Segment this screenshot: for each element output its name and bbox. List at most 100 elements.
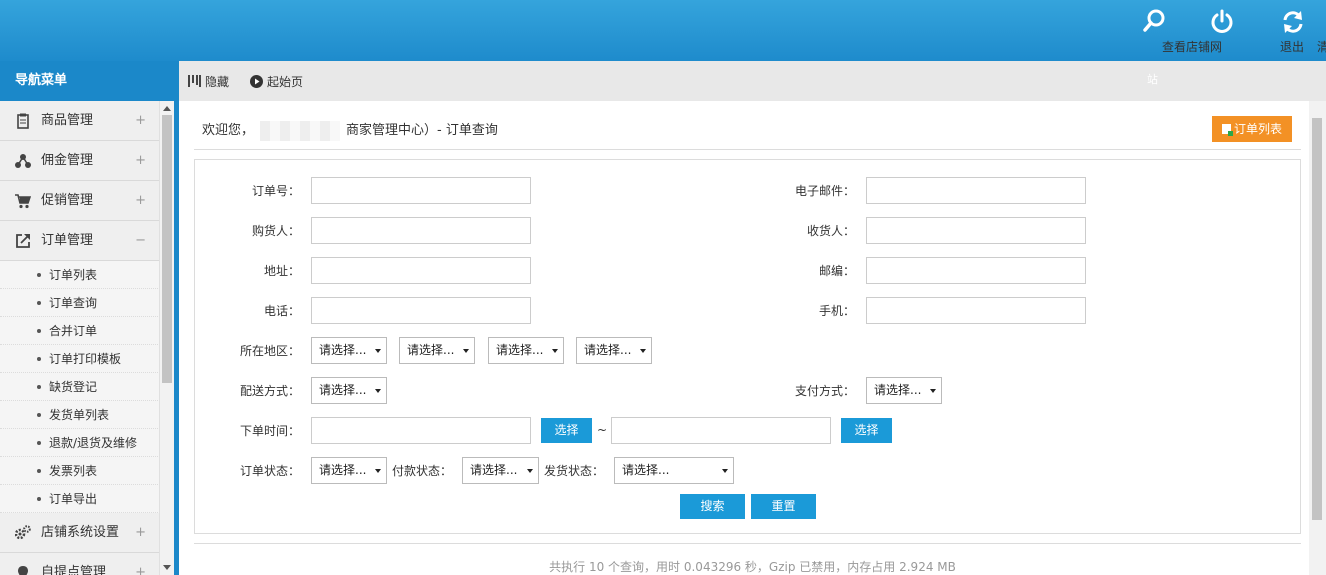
start-time-input[interactable] <box>311 417 531 444</box>
consignee-label: 收货人： <box>806 224 855 238</box>
sidebar-scrollbar[interactable] <box>159 101 174 575</box>
scroll-up-arrow[interactable] <box>163 106 171 111</box>
mobile-label: 手机： <box>818 304 855 318</box>
district-select[interactable]: 请选择... <box>576 337 652 364</box>
main-scrollbar[interactable] <box>1309 101 1326 575</box>
sidebar-group-label: 店铺系统设置 <box>41 525 120 540</box>
buyer-input[interactable] <box>311 217 531 244</box>
search-icon <box>1143 9 1165 32</box>
welcome-text: 欢迎您， <box>202 123 255 138</box>
sidebar-group-label: 佣金管理 <box>41 153 94 168</box>
start-time-pick-button[interactable]: 选择 <box>541 418 592 443</box>
expand-toggle[interactable]: + <box>135 101 146 141</box>
shipping-select[interactable]: 请选择... <box>311 377 387 404</box>
refresh-icon <box>1283 11 1303 33</box>
clipboard-icon <box>17 113 29 129</box>
email-input[interactable] <box>866 177 1086 204</box>
select-value: 请选择... <box>319 343 367 357</box>
search-button[interactable]: 搜索 <box>680 494 745 519</box>
sidebar-group-label: 订单管理 <box>41 233 94 248</box>
caret-down-icon <box>375 349 381 353</box>
country-select[interactable]: 请选择... <box>311 337 387 364</box>
power-icon <box>1211 9 1233 33</box>
end-time-pick-button[interactable]: 选择 <box>841 418 892 443</box>
caret-down-icon <box>552 349 558 353</box>
caret-down-icon <box>640 349 646 353</box>
select-value: 请选择... <box>319 383 367 397</box>
email-label: 电子邮件： <box>794 184 855 198</box>
reset-button[interactable]: 重置 <box>751 494 816 519</box>
location-icon <box>18 566 28 575</box>
sidebar-item-delivery-list[interactable]: 发货单列表 <box>0 401 174 429</box>
order-no-input[interactable] <box>311 177 531 204</box>
sidebar-item-order-export[interactable]: 订单导出 <box>0 485 174 513</box>
payment-select[interactable]: 请选择... <box>866 377 942 404</box>
select-value: 请选择... <box>407 343 455 357</box>
sidebar-item-merge-orders[interactable]: 合并订单 <box>0 317 174 345</box>
hide-menu-button[interactable]: 隐藏 <box>188 73 229 90</box>
breadcrumb-tail: 商家管理中心）- 订单查询 <box>346 123 498 138</box>
order-time-label: 下单时间： <box>239 424 300 438</box>
phone-label: 电话： <box>263 304 300 318</box>
sidebar-group-promotion[interactable]: 促销管理 + <box>0 181 174 221</box>
address-input[interactable] <box>311 257 531 284</box>
sidebar-item-print-template[interactable]: 订单打印模板 <box>0 345 174 373</box>
scroll-thumb[interactable] <box>1312 118 1322 520</box>
select-value: 请选择... <box>622 463 670 477</box>
select-value: 请选择... <box>496 343 544 357</box>
sidebar-group-pickup[interactable]: 自提点管理 + <box>0 553 174 575</box>
order-no-label: 订单号： <box>251 184 300 198</box>
export-icon <box>16 234 30 248</box>
collapse-toggle[interactable]: − <box>135 221 146 261</box>
main-content: 欢迎您， 商家管理中心）- 订单查询 订单列表 订单号： 电子邮件： 购货人： 收… <box>179 101 1326 575</box>
ship-status-select[interactable]: 请选择... <box>614 457 734 484</box>
address-label: 地址： <box>263 264 300 278</box>
page-add-icon <box>1221 124 1233 136</box>
sidebar-item-order-list[interactable]: 订单列表 <box>0 261 174 289</box>
sidebar-item-order-query[interactable]: 订单查询 <box>0 289 174 317</box>
sidebar-item-refunds[interactable]: 退款/退货及维修 <box>0 429 174 457</box>
breadcrumb: 欢迎您， 商家管理中心）- 订单查询 <box>202 119 498 141</box>
sidebar-group-label: 自提点管理 <box>41 565 107 575</box>
sidebar-group-goods[interactable]: 商品管理 + <box>0 101 174 141</box>
sidebar-group-commission[interactable]: 佣金管理 + <box>0 141 174 181</box>
select-value: 请选择... <box>874 383 922 397</box>
columns-icon <box>188 75 201 87</box>
province-select[interactable]: 请选择... <box>399 337 475 364</box>
clear-cache-button[interactable]: 清除缓存 <box>1265 8 1326 54</box>
sidebar-group-label: 商品管理 <box>41 113 94 128</box>
sidebar-group-orders[interactable]: 订单管理 − <box>0 221 174 261</box>
expand-toggle[interactable]: + <box>135 553 146 575</box>
sidebar-item-out-of-stock[interactable]: 缺货登记 <box>0 373 174 401</box>
expand-toggle[interactable]: + <box>135 513 146 553</box>
footer-stats: 共执行 10 个查询，用时 0.043296 秒，Gzip 已禁用，内存占用 2… <box>549 560 956 574</box>
view-shop-button[interactable]: 查看店铺网 <box>1122 8 1222 54</box>
order-list-button[interactable]: 订单列表 <box>1212 116 1292 142</box>
caret-down-icon <box>930 389 936 393</box>
end-time-input[interactable] <box>611 417 831 444</box>
range-separator: ~ <box>597 423 608 437</box>
top-header: 查看店铺网 退出 清除缓存 <box>0 0 1326 61</box>
zipcode-input[interactable] <box>866 257 1086 284</box>
pay-status-label: 付款状态： <box>391 464 452 478</box>
mobile-input[interactable] <box>866 297 1086 324</box>
sidebar-group-label: 促销管理 <box>41 193 94 208</box>
logout-button[interactable]: 退出 <box>1204 8 1304 54</box>
home-page-button[interactable]: 起始页 <box>250 73 303 90</box>
expand-toggle[interactable]: + <box>135 181 146 221</box>
scroll-thumb[interactable] <box>162 115 172 383</box>
city-select[interactable]: 请选择... <box>488 337 564 364</box>
order-status-label: 订单状态： <box>239 464 300 478</box>
gears-icon <box>15 525 31 540</box>
sidebar: 导航菜单 商品管理 + 佣金管理 + 促销管理 + 订单管理 − 订单列表 订单… <box>0 61 174 575</box>
scroll-down-arrow[interactable] <box>163 565 171 570</box>
sidebar-item-invoices[interactable]: 发票列表 <box>0 457 174 485</box>
phone-input[interactable] <box>311 297 531 324</box>
hide-label: 隐藏 <box>205 75 230 89</box>
home-label: 起始页 <box>267 75 304 89</box>
expand-toggle[interactable]: + <box>135 141 146 181</box>
consignee-input[interactable] <box>866 217 1086 244</box>
blurred-username <box>260 120 341 141</box>
sidebar-group-shop-settings[interactable]: 店铺系统设置 + <box>0 513 174 553</box>
stray-text: 站 <box>1147 73 1158 86</box>
